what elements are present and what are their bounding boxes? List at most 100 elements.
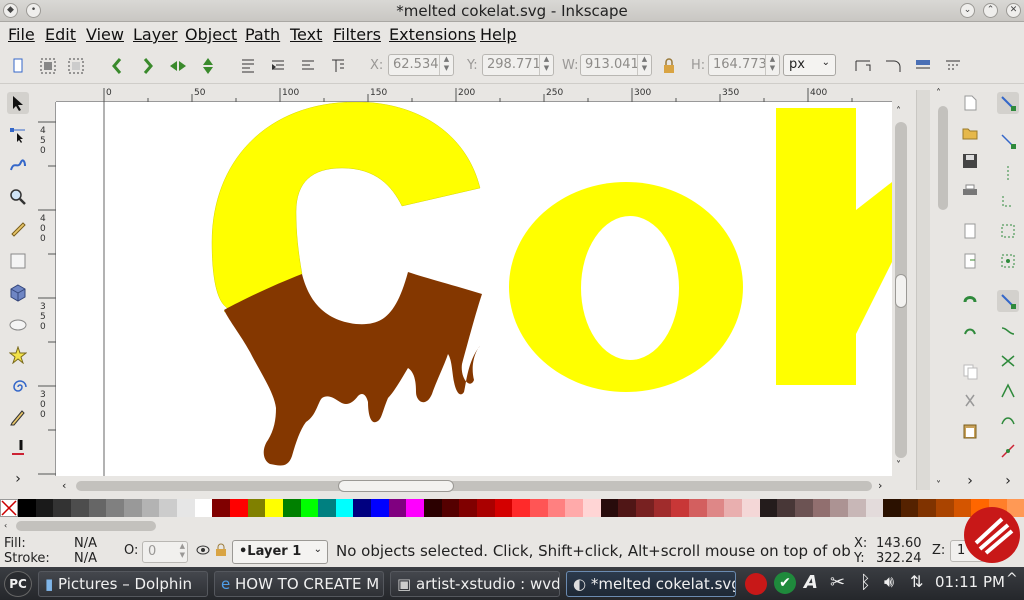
color-swatch[interactable] [35, 499, 54, 517]
color-swatch[interactable] [706, 499, 725, 517]
import-icon[interactable] [959, 220, 981, 242]
spiral-tool-icon[interactable] [7, 376, 29, 398]
color-swatch[interactable] [106, 499, 124, 517]
paste-icon[interactable] [959, 420, 981, 442]
rectangle-tool-icon[interactable] [7, 250, 29, 272]
node-tool-icon[interactable] [7, 124, 29, 146]
lock-layer-icon[interactable] [215, 543, 227, 561]
clipboard-icon[interactable]: ✂ [830, 572, 845, 593]
color-swatch[interactable] [494, 499, 513, 517]
color-swatch[interactable] [300, 499, 319, 517]
task-terminal[interactable]: ▣ artist-xstudio : wvd [390, 571, 560, 597]
start-button[interactable]: PC [4, 571, 32, 597]
palette-scroll-left-icon[interactable]: ‹ [4, 521, 12, 531]
menu-extensions[interactable]: Extensions [389, 25, 476, 44]
color-swatch[interactable] [229, 499, 248, 517]
color-swatch[interactable] [477, 499, 495, 517]
selector-tool-icon[interactable] [7, 92, 29, 114]
open-folder-icon[interactable] [959, 122, 981, 144]
color-swatch[interactable] [159, 499, 177, 517]
color-swatch[interactable] [759, 499, 778, 517]
color-swatch[interactable] [141, 499, 160, 517]
color-swatch[interactable] [335, 499, 354, 517]
w-field[interactable]: 913.041 ▲ ▼ [580, 54, 652, 76]
clock[interactable]: 01:11 PM [935, 573, 1005, 591]
zoom-tool-icon[interactable] [7, 186, 29, 208]
menu-file[interactable]: File [8, 25, 35, 44]
color-swatch[interactable] [547, 499, 566, 517]
color-swatch[interactable] [741, 499, 760, 517]
color-swatch[interactable] [88, 499, 107, 517]
snap-bbox-corner-icon[interactable] [997, 190, 1019, 212]
color-swatch[interactable] [459, 499, 478, 517]
menu-path[interactable]: Path [245, 25, 280, 44]
tray-expand-icon[interactable]: ^ [1006, 571, 1018, 587]
color-swatch[interactable] [583, 499, 601, 517]
snap-smooth-nodes-icon[interactable] [997, 410, 1019, 432]
hscroll-track[interactable] [76, 481, 872, 491]
fill-value[interactable]: N/A [74, 536, 97, 551]
raise-to-top-icon[interactable] [328, 56, 348, 76]
snap-enable-icon[interactable] [997, 92, 1019, 114]
maximize-icon[interactable]: ⌃ [983, 3, 998, 18]
unit-select[interactable]: px ⌄ [783, 54, 836, 76]
input-method-icon[interactable]: A [804, 572, 818, 593]
snap-intersection-icon[interactable] [997, 350, 1019, 372]
x-field[interactable]: 62.534 ▲ ▼ [388, 54, 454, 76]
task-browser[interactable]: e HOW TO CREATE M [214, 571, 384, 597]
color-swatch[interactable] [441, 499, 460, 517]
menu-filters[interactable]: Filters [333, 25, 381, 44]
menu-layer[interactable]: Layer [133, 25, 178, 44]
hide-layer-icon[interactable] [196, 543, 210, 561]
undo-icon[interactable] [959, 290, 981, 312]
color-swatch[interactable] [18, 499, 36, 517]
more-commands-icon[interactable]: › [959, 470, 981, 492]
ellipse-tool-icon[interactable] [7, 314, 29, 336]
color-swatch[interactable] [865, 499, 884, 517]
color-swatch[interactable] [70, 499, 89, 517]
transform-gradients-icon[interactable] [913, 56, 933, 76]
scroll-down-icon[interactable]: ˅ [896, 460, 901, 471]
dock-scroll-thumb[interactable] [938, 106, 948, 210]
color-swatch[interactable] [777, 499, 795, 517]
color-swatch[interactable] [530, 499, 548, 517]
rotate-cw-icon[interactable] [138, 56, 158, 76]
3d-box-tool-icon[interactable] [7, 282, 29, 304]
color-swatch[interactable] [618, 499, 636, 517]
scroll-up-icon[interactable]: ˄ [896, 106, 901, 117]
color-palette[interactable] [0, 499, 1024, 517]
menu-edit[interactable]: Edit [45, 25, 76, 44]
raise-icon[interactable] [298, 56, 318, 76]
letter-k-yellow[interactable] [776, 108, 892, 385]
select-all-layers-icon[interactable] [38, 56, 58, 76]
opacity-field[interactable]: 0 ▲ ▼ [142, 541, 188, 563]
color-swatch[interactable] [212, 499, 230, 517]
menu-help[interactable]: Help [480, 25, 516, 44]
tweak-tool-icon[interactable] [7, 154, 29, 176]
color-swatch[interactable] [847, 499, 866, 517]
minimize-icon[interactable]: ⌄ [960, 3, 975, 18]
snap-bbox-icon[interactable] [997, 130, 1019, 152]
letter-c-yellow[interactable] [211, 102, 481, 313]
color-swatch[interactable] [671, 499, 689, 517]
color-swatch[interactable] [565, 499, 583, 517]
color-swatch[interactable] [688, 499, 707, 517]
palette-scrollbar[interactable]: ‹ [0, 519, 1024, 533]
drawing-canvas[interactable] [56, 102, 892, 476]
color-swatch[interactable] [123, 499, 142, 517]
horizontal-scrollbar[interactable]: ‹ › [56, 478, 892, 494]
new-document-icon[interactable] [959, 92, 981, 114]
measure-tool-icon[interactable] [7, 218, 29, 240]
lower-to-bottom-icon[interactable] [238, 56, 258, 76]
color-swatch[interactable] [936, 499, 954, 517]
color-swatch[interactable] [653, 499, 672, 517]
h-field[interactable]: 164.773 ▲ ▼ [708, 54, 780, 76]
snap-cusp-nodes-icon[interactable] [997, 380, 1019, 402]
scroll-thumb[interactable] [895, 274, 907, 308]
chocolate-drip[interactable] [224, 272, 482, 466]
redo-icon[interactable] [959, 320, 981, 342]
color-swatch[interactable] [635, 499, 654, 517]
color-swatch[interactable] [900, 499, 919, 517]
color-swatch[interactable] [353, 499, 372, 517]
color-swatch[interactable] [830, 499, 848, 517]
